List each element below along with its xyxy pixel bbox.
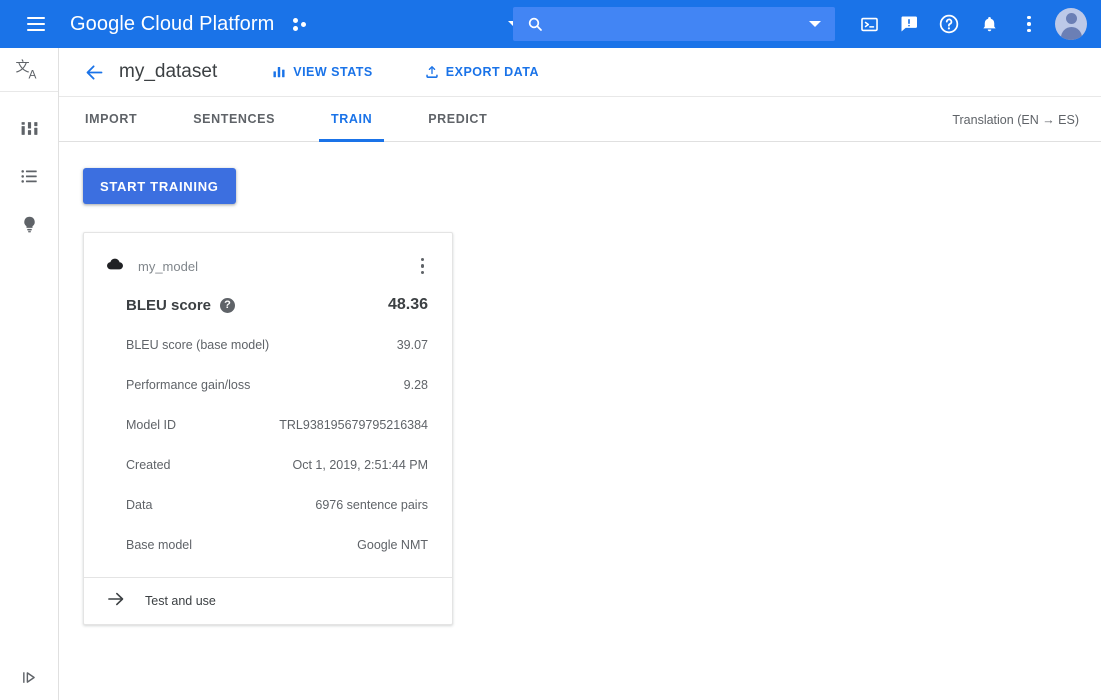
row-label: BLEU score (base model) (126, 338, 269, 352)
model-card: my_model BLEU score ? 48.36 BLEU score (… (83, 232, 453, 625)
expand-panel-icon[interactable] (0, 669, 59, 686)
tab-train[interactable]: TRAIN (327, 97, 376, 141)
row-label: Created (126, 458, 170, 472)
project-dots-icon (292, 15, 310, 33)
search-icon (527, 16, 543, 32)
svg-text:A: A (28, 67, 36, 81)
page-title: my_dataset (119, 61, 217, 83)
model-name: my_model (138, 259, 198, 274)
search-chevron-down-icon[interactable] (809, 21, 821, 27)
help-icon[interactable] (929, 4, 969, 44)
dataset-title-bar: my_dataset VIEW STATS EXPORT DATA (59, 48, 1101, 97)
sidebar-item-dashboard[interactable] (9, 114, 49, 142)
table-row: Performance gain/loss 9.28 (102, 365, 434, 405)
kebab-dots (1027, 16, 1031, 33)
project-picker[interactable] (292, 8, 522, 40)
brand-title: Google Cloud Platform (70, 13, 274, 36)
top-header-bar: Google Cloud Platform (0, 0, 1101, 48)
user-avatar[interactable] (1055, 8, 1087, 40)
sidebar-item-tips[interactable] (9, 210, 49, 238)
search-input[interactable] (555, 16, 809, 32)
translation-icon[interactable]: 文 A (0, 48, 58, 92)
cloud-model-icon (106, 255, 124, 278)
bar-chart-icon (272, 65, 286, 79)
header-actions (849, 0, 1093, 48)
bleu-score-value: 48.36 (388, 296, 428, 314)
more-options-icon[interactable] (1009, 4, 1049, 44)
search-bar[interactable] (513, 7, 835, 41)
export-data-button[interactable]: EXPORT DATA (425, 65, 539, 79)
more-vert-icon[interactable] (417, 252, 429, 281)
tab-predict[interactable]: PREDICT (424, 97, 491, 141)
cloud-shell-icon[interactable] (849, 4, 889, 44)
row-value: 9.28 (404, 378, 428, 392)
language-pair-label: Translation (EN → ES) (952, 97, 1079, 142)
back-arrow-icon[interactable] (81, 59, 107, 85)
row-label: Base model (126, 538, 192, 552)
export-data-label: EXPORT DATA (446, 65, 539, 79)
row-value: 39.07 (397, 338, 428, 352)
tab-bar: IMPORT SENTENCES TRAIN PREDICT Translati… (59, 97, 1101, 142)
start-training-button[interactable]: START TRAINING (83, 168, 236, 204)
bleu-score-row: BLEU score ? 48.36 (102, 285, 434, 325)
sidebar-item-datasets[interactable] (9, 162, 49, 190)
row-value: TRL938195679795216384 (279, 418, 428, 432)
view-stats-button[interactable]: VIEW STATS (272, 65, 373, 79)
notifications-bell-icon[interactable] (969, 4, 1009, 44)
table-row: Data 6976 sentence pairs (102, 485, 434, 525)
upload-icon (425, 65, 439, 79)
row-value: Google NMT (357, 538, 428, 552)
table-row: Base model Google NMT (102, 525, 434, 565)
row-label: Data (126, 498, 152, 512)
model-card-body: my_model BLEU score ? 48.36 BLEU score (… (84, 233, 452, 577)
sidebar-items (0, 92, 58, 238)
tab-sentences[interactable]: SENTENCES (189, 97, 279, 141)
help-circle-icon[interactable]: ? (220, 298, 235, 313)
row-value: Oct 1, 2019, 2:51:44 PM (293, 458, 429, 472)
row-label: Performance gain/loss (126, 378, 250, 392)
model-card-header: my_model (102, 251, 434, 281)
test-and-use-label: Test and use (145, 594, 216, 608)
row-value: 6976 sentence pairs (315, 498, 428, 512)
train-tab-content: START TRAINING my_model BLEU score ? 48.… (59, 142, 1101, 625)
bleu-score-label: BLEU score (126, 297, 211, 314)
table-row: Model ID TRL938195679795216384 (102, 405, 434, 445)
hamburger-menu-icon[interactable] (12, 0, 60, 48)
table-row: Created Oct 1, 2019, 2:51:44 PM (102, 445, 434, 485)
main-content-pane: my_dataset VIEW STATS EXPORT DATA (59, 48, 1101, 700)
row-label: Model ID (126, 418, 176, 432)
view-stats-label: VIEW STATS (293, 65, 373, 79)
tab-import[interactable]: IMPORT (81, 97, 141, 141)
table-row: BLEU score (base model) 39.07 (102, 325, 434, 365)
arrow-right-icon (106, 589, 126, 614)
test-and-use-button[interactable]: Test and use (84, 577, 452, 624)
left-sidebar-rail: 文 A (0, 48, 59, 700)
feedback-icon[interactable] (889, 4, 929, 44)
